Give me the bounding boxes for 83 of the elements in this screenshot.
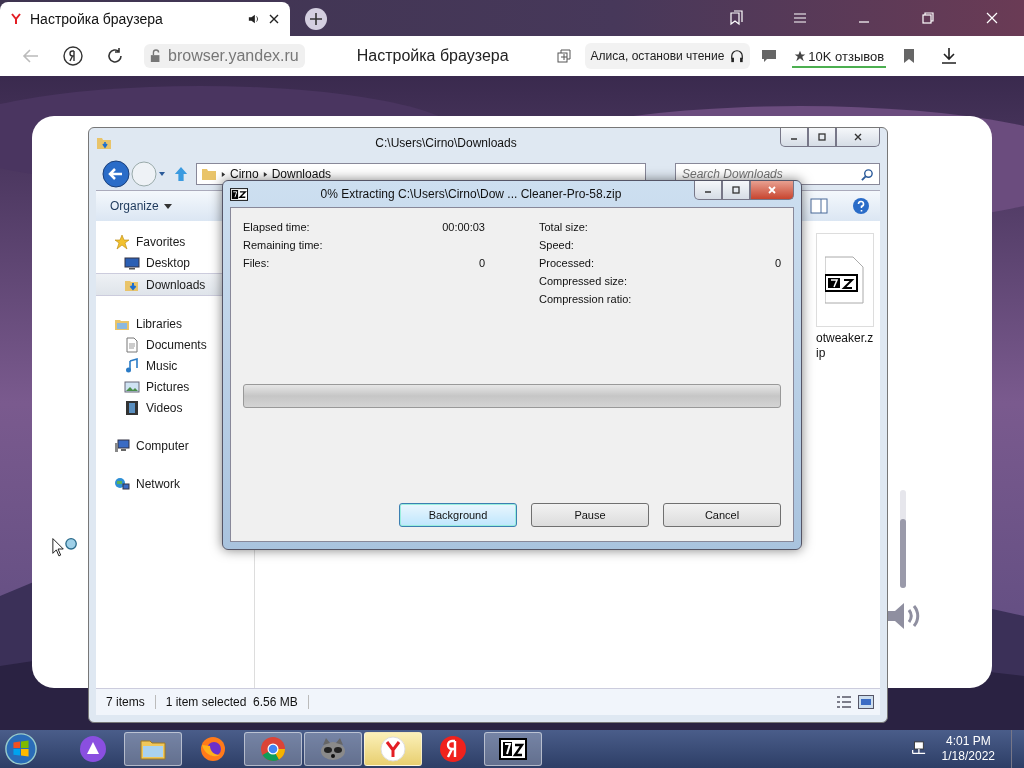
- speaker-icon[interactable]: [248, 13, 260, 25]
- archive-icon: [230, 187, 248, 201]
- maximize-button[interactable]: [722, 181, 750, 200]
- close-icon[interactable]: [268, 13, 280, 25]
- organize-menu[interactable]: Organize: [104, 196, 178, 216]
- yandex-logo-icon[interactable]: [63, 46, 83, 66]
- minimize-button[interactable]: [780, 128, 808, 147]
- stat-label: Speed:: [539, 239, 574, 251]
- file-name: otweaker.zip: [816, 331, 874, 361]
- stat-label: Remaining time:: [243, 239, 323, 251]
- headphones-icon: [730, 49, 745, 63]
- archive-icon: [499, 735, 527, 763]
- stat-label: Files:: [243, 257, 270, 269]
- stat-label: Compressed size:: [539, 275, 628, 287]
- film-icon: [124, 399, 140, 416]
- reviews-button[interactable]: 10K отзывов: [792, 44, 887, 68]
- maximize-button[interactable]: [808, 128, 836, 147]
- new-tab-icon[interactable]: [304, 7, 328, 31]
- alice-button[interactable]: Алиса, останови чтение: [584, 43, 751, 69]
- network-icon[interactable]: [909, 741, 926, 757]
- archive-file-icon: [825, 255, 865, 305]
- window-title: C:\Users\Cirno\Downloads: [374, 136, 518, 150]
- tab-title: Настройка браузера: [30, 11, 164, 27]
- lock-icon: [150, 49, 162, 63]
- stat-label: Elapsed time:: [243, 221, 310, 233]
- close-icon: [853, 132, 863, 142]
- breadcrumb-item[interactable]: Downloads: [271, 167, 332, 181]
- folder-icon: [96, 135, 112, 151]
- browser-logo-icon: [10, 13, 22, 25]
- help-icon[interactable]: [852, 197, 870, 215]
- page-title: Настройка браузера: [356, 47, 509, 65]
- search-icon: [861, 168, 874, 181]
- close-button[interactable]: [750, 181, 794, 200]
- picture-icon: [124, 378, 140, 395]
- back-forward-buttons-icon[interactable]: [102, 159, 166, 189]
- stat-value: 0: [774, 257, 781, 269]
- computer-icon: [114, 437, 130, 454]
- stat-value: 00:00:03: [442, 221, 485, 233]
- dialog-title: 0% Extracting C:\Users\Cirno\Dow ... Cleaner-Pro-58.zip: [319, 187, 623, 201]
- copy-icon[interactable]: [555, 48, 572, 64]
- alice-icon: [79, 735, 107, 763]
- start-button[interactable]: [4, 732, 38, 766]
- document-icon: [124, 336, 140, 353]
- chrome-icon: [259, 735, 287, 763]
- browser-logo-icon: [379, 735, 407, 763]
- tiles-view-icon[interactable]: [858, 695, 874, 709]
- clock[interactable]: 4:01 PM 1/18/2022: [941, 734, 995, 764]
- maximize-icon: [817, 132, 827, 142]
- yandex-logo-icon: [439, 735, 467, 763]
- dialog-button[interactable]: Cancel: [663, 503, 781, 527]
- chat-icon[interactable]: [761, 48, 778, 64]
- preview-pane-icon[interactable]: [810, 197, 828, 215]
- taskbar-button[interactable]: [304, 732, 362, 766]
- close-button[interactable]: [836, 128, 880, 147]
- chevron-icon: [221, 170, 226, 178]
- dialog-button[interactable]: Pause: [531, 503, 649, 527]
- item-count: 7 items: [105, 695, 146, 709]
- folder-icon: [201, 166, 217, 182]
- taskbar-button[interactable]: [484, 732, 542, 766]
- stat-label: Processed:: [539, 257, 595, 269]
- address-bar[interactable]: browser.yandex.ru: [144, 44, 305, 68]
- stat-label: Compression ratio:: [539, 293, 632, 305]
- firefox-icon: [199, 735, 227, 763]
- star-icon: [794, 50, 807, 62]
- stat-label: Total size:: [539, 221, 588, 233]
- monitor-icon: [124, 254, 140, 271]
- breadcrumb-item[interactable]: Cirno: [230, 167, 259, 181]
- reload-icon[interactable]: [105, 46, 125, 66]
- close-icon: [767, 185, 777, 195]
- file-tile[interactable]: [816, 233, 874, 327]
- caret-icon: [163, 204, 172, 210]
- chevron-icon: [262, 170, 268, 178]
- globe-icon: [114, 475, 130, 492]
- browser-tab[interactable]: Настройка браузера: [0, 2, 290, 36]
- dialog-button[interactable]: Background: [399, 503, 517, 527]
- details-view-icon[interactable]: [836, 695, 852, 709]
- volume-slider[interactable]: [900, 490, 906, 588]
- star-icon: [114, 233, 130, 250]
- minimize-button[interactable]: [694, 181, 722, 200]
- stat-value: 0: [478, 257, 485, 269]
- selection-info: 1 item selected 6.56 MB: [154, 695, 309, 709]
- music-note-icon: [124, 357, 140, 374]
- maximize-icon: [731, 185, 741, 195]
